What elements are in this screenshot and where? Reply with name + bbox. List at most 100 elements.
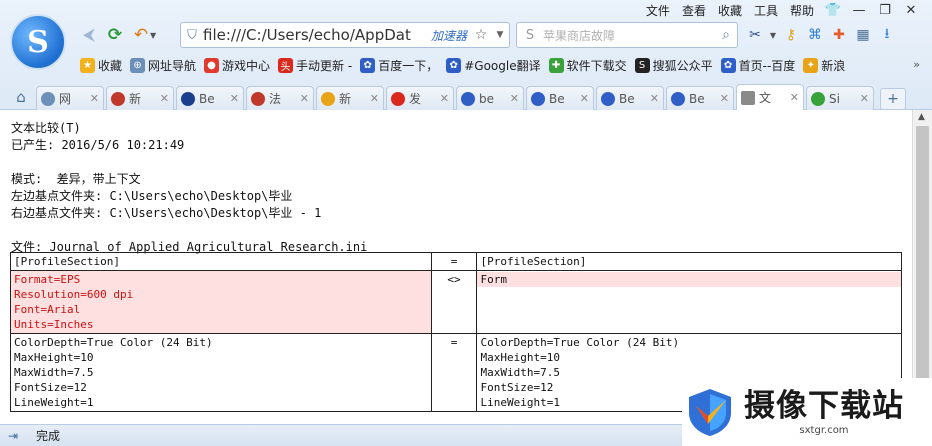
tab-favicon-icon — [181, 91, 195, 106]
browser-logo[interactable]: S — [10, 14, 66, 70]
bookmark-label: 搜狐公众平 — [652, 58, 713, 73]
menu-item[interactable]: 帮助 — [784, 2, 820, 19]
browser-tab[interactable]: 发 ✕ — [386, 86, 454, 110]
close-icon[interactable]: ✕ — [370, 92, 379, 105]
browser-tab[interactable]: be ✕ — [456, 86, 524, 110]
search-icon[interactable]: ⌕ — [715, 27, 737, 43]
right-cell: [ProfileSection] — [476, 252, 902, 271]
page-content: 文本比较(T) 已产生: 2016/5/6 10:21:49 模式: 差异，带上… — [0, 110, 912, 424]
grid-icon[interactable]: ▦ — [852, 24, 874, 46]
browser-tab[interactable]: Be ✕ — [596, 86, 664, 110]
translate-icon[interactable]: ⌘ — [804, 24, 826, 46]
search-box[interactable]: S 苹果商店故障 ⌕ — [516, 22, 738, 48]
tab-favicon-icon — [601, 91, 615, 106]
chevron-down-icon[interactable]: ▼ — [768, 24, 778, 46]
menu-item[interactable]: 查看 — [676, 2, 712, 19]
bookmark-item[interactable]: ✦ 新浪 — [801, 57, 851, 74]
browser-tab[interactable]: Si ✕ — [806, 86, 874, 110]
search-engine-icon[interactable]: S — [517, 28, 543, 43]
report-header: 文本比较(T) 已产生: 2016/5/6 10:21:49 模式: 差异，带上… — [11, 120, 367, 256]
bookmark-item[interactable]: ● 游戏中心 — [202, 57, 276, 74]
sidebar-toggle-icon[interactable]: ⇥ — [0, 429, 26, 443]
key-icon[interactable]: ⚷ — [780, 24, 802, 46]
browser-tab[interactable]: 网 ✕ — [36, 86, 104, 110]
tab-label: Be — [689, 91, 705, 106]
close-icon[interactable]: ✕ — [650, 92, 659, 105]
tab-active[interactable]: 文 ✕ — [736, 84, 804, 110]
skin-icon[interactable]: 👕 — [820, 3, 846, 18]
tab-favicon-icon — [321, 91, 335, 106]
browser-tab[interactable]: 新 ✕ — [106, 86, 174, 110]
bookmark-item[interactable]: ⊕ 网址导航 — [128, 57, 202, 74]
tab-strip: ⌂ 网 ✕ 新 ✕ Be ✕ 法 ✕ 新 ✕ 发 ✕ be ✕ Be ✕ Be ✕ Be ✕ 文 ✕ Si ✕ + — [0, 82, 932, 110]
close-icon[interactable]: ✕ — [440, 92, 449, 105]
report-title: 文本比较(T) — [11, 121, 81, 135]
scroll-thumb[interactable] — [916, 126, 929, 416]
bookmark-item[interactable]: ✿ #Google翻译 — [444, 57, 546, 74]
browser-tab[interactable]: Be ✕ — [176, 86, 244, 110]
plugin-icon[interactable]: ✚ — [828, 24, 850, 46]
search-input[interactable]: 苹果商店故障 — [543, 27, 715, 44]
menu-item[interactable]: 收藏 — [712, 2, 748, 19]
chevron-down-icon[interactable]: ▼ — [150, 31, 156, 40]
star-icon[interactable]: ☆ — [471, 27, 491, 43]
tab-favicon-icon — [531, 91, 545, 106]
shield-icon: ⛉ — [187, 27, 197, 43]
minimize-icon[interactable]: — — [846, 3, 872, 18]
browser-tab[interactable]: Be ✕ — [526, 86, 594, 110]
bookmark-item[interactable]: S 搜狐公众平 — [633, 57, 719, 74]
close-icon[interactable]: ✕ — [300, 92, 309, 105]
bookmark-favicon-icon: ✚ — [548, 57, 564, 73]
bookmark-item[interactable]: ★ 收藏 — [78, 57, 128, 74]
back-icon[interactable]: ⮜ — [76, 23, 102, 47]
refresh-icon[interactable]: ⟳ — [102, 23, 128, 47]
close-icon[interactable]: ✕ — [898, 3, 924, 18]
bookmark-item[interactable]: 头手动更新 - — [276, 57, 358, 74]
bookmark-item[interactable]: ✿ 百度一下， — [358, 57, 444, 74]
bookmark-item[interactable]: ✿ 首页--百度 — [719, 57, 802, 74]
home-icon[interactable]: ⌂ — [6, 84, 36, 110]
close-icon[interactable]: ✕ — [860, 92, 869, 105]
bookmark-favicon-icon: ⊕ — [130, 57, 146, 73]
table-row: [ProfileSection] = [ProfileSection] — [10, 252, 902, 271]
left-line: LineWeight=1 — [14, 396, 94, 409]
close-icon[interactable]: ✕ — [90, 92, 99, 105]
scissors-icon[interactable]: ✂ — [744, 24, 766, 46]
bookmark-label: #Google翻译 — [464, 58, 541, 73]
tab-label: Be — [199, 91, 215, 106]
bookmark-favicon-icon: 头 — [278, 57, 294, 73]
close-icon[interactable]: ✕ — [720, 92, 729, 105]
bookmark-label: 游戏中心 — [222, 58, 271, 73]
address-bar[interactable]: ⛉ file:///C:/Users/echo/AppDat 加速器 ☆ ▼ — [180, 22, 510, 48]
tab-label: 网 — [59, 92, 72, 106]
compare-operator: <> — [430, 270, 478, 334]
left-line: Format=EPS — [14, 273, 81, 286]
close-icon[interactable]: ✕ — [580, 92, 589, 105]
chevron-down-icon[interactable]: ▼ — [491, 30, 509, 40]
vertical-scrollbar[interactable]: ▲ — [912, 110, 932, 424]
nav-controls: ⮜ ⟳ ↶ ▼ — [76, 22, 160, 48]
close-icon[interactable]: ✕ — [790, 91, 799, 104]
close-icon[interactable]: ✕ — [510, 92, 519, 105]
watermark-url: sxtgr.com — [799, 425, 849, 436]
browser-tab[interactable]: 新 ✕ — [316, 86, 384, 110]
bookmark-favicon-icon: ✿ — [720, 57, 736, 73]
right-line: Form — [477, 272, 901, 287]
browser-tab[interactable]: Be ✕ — [666, 86, 734, 110]
close-icon[interactable]: ✕ — [230, 92, 239, 105]
scroll-up-icon[interactable]: ▲ — [918, 112, 925, 122]
download-icon[interactable]: ⭳ — [876, 24, 898, 46]
bookmarks-more-icon[interactable]: » — [913, 58, 920, 71]
right-line: MaxHeight=10 — [480, 351, 560, 364]
menu-item[interactable]: 工具 — [748, 2, 784, 19]
menu-item[interactable]: 文件 — [640, 2, 676, 19]
address-input[interactable]: file:///C:/Users/echo/AppDat — [203, 26, 427, 44]
tab-favicon-icon — [41, 91, 55, 106]
accelerator-link[interactable]: 加速器 — [427, 27, 471, 44]
bookmark-item[interactable]: ✚ 软件下载交 — [547, 57, 633, 74]
browser-tab[interactable]: 法 ✕ — [246, 86, 314, 110]
left-line: ColorDepth=True Color (24 Bit) — [14, 336, 213, 349]
new-tab-button[interactable]: + — [880, 88, 906, 110]
close-icon[interactable]: ✕ — [160, 92, 169, 105]
maximize-icon[interactable]: ❐ — [872, 3, 898, 18]
